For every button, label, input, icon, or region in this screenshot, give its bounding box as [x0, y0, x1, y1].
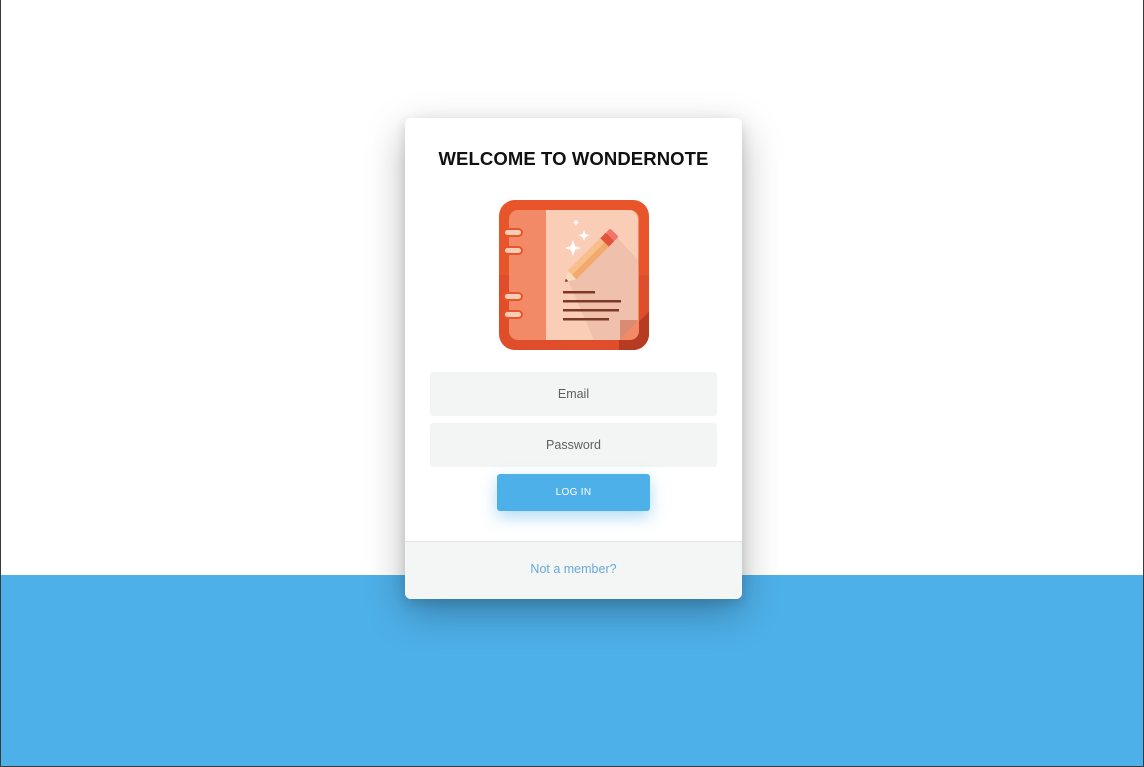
- card-footer: Not a member?: [405, 541, 742, 599]
- background-band: [1, 575, 1143, 766]
- login-page: WELCOME TO WONDERNOTE Email LOG IN Not a…: [0, 0, 1144, 767]
- notebook-pencil-icon: [499, 200, 649, 350]
- password-field[interactable]: [430, 423, 717, 467]
- login-card: WELCOME TO WONDERNOTE Email LOG IN Not a…: [405, 118, 742, 599]
- email-field[interactable]: [430, 372, 717, 416]
- signup-link[interactable]: Not a member?: [530, 562, 616, 576]
- login-button[interactable]: LOG IN: [497, 474, 650, 511]
- page-title: WELCOME TO WONDERNOTE: [438, 148, 709, 169]
